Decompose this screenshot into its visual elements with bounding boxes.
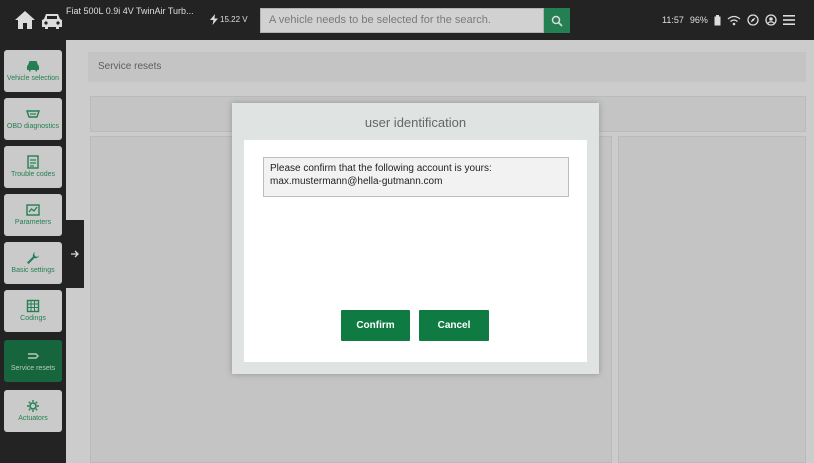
confirmation-message: Please confirm that the following accoun… (263, 157, 569, 197)
account-email: max.mustermann@hella-gutmann.com (270, 176, 443, 187)
dialog-title: user identification (364, 115, 467, 130)
confirm-button[interactable]: Confirm (341, 310, 410, 341)
cancel-button[interactable]: Cancel (419, 310, 489, 341)
message-line-1: Please confirm that the following accoun… (270, 163, 492, 174)
user-identification-dialog: user identification Please confirm that … (232, 103, 599, 374)
dialog-body: Please confirm that the following accoun… (244, 140, 587, 362)
